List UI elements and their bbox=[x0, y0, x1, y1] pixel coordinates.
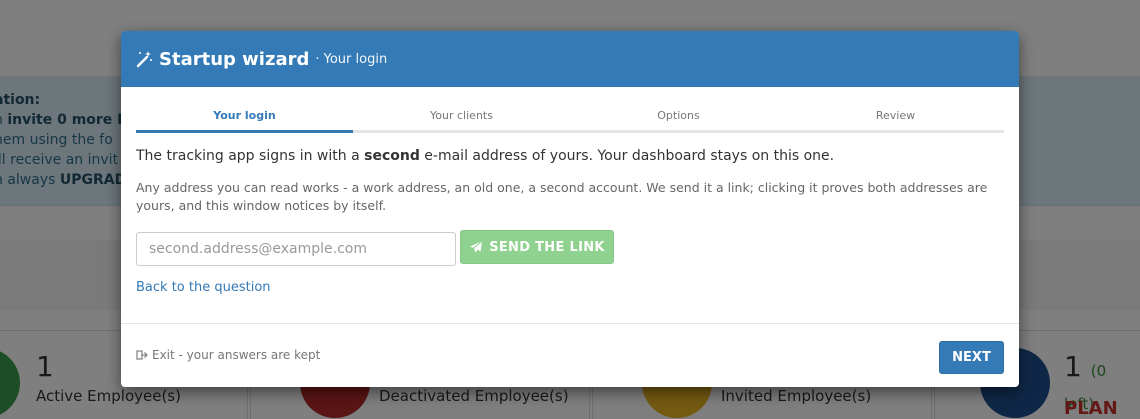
send-link-button[interactable]: SEND THE LINK bbox=[460, 230, 614, 264]
exit-label: Exit - your answers are kept bbox=[152, 348, 321, 362]
modal-title: Startup wizard bbox=[159, 48, 310, 70]
step-options[interactable]: Options bbox=[570, 107, 787, 130]
exit-link[interactable]: Exit - your answers are kept bbox=[136, 348, 320, 362]
modal-subtitle: · Your login bbox=[315, 51, 388, 67]
step-your-login[interactable]: Your login bbox=[136, 107, 353, 133]
wizard-steps: Your login Your clients Options Review bbox=[136, 107, 1004, 133]
startup-wizard-modal: Startup wizard · Your login Your login Y… bbox=[121, 31, 1019, 387]
back-to-question-link[interactable]: Back to the question bbox=[136, 280, 271, 295]
next-button[interactable]: NEXT bbox=[939, 341, 1004, 374]
help-text: Any address you can read works - a work … bbox=[136, 180, 988, 213]
modal-footer: Exit - your answers are kept NEXT bbox=[121, 323, 1019, 387]
second-email-input[interactable] bbox=[136, 232, 456, 266]
step-your-clients[interactable]: Your clients bbox=[353, 107, 570, 130]
paper-plane-icon bbox=[470, 240, 483, 253]
modal-header: Startup wizard · Your login bbox=[121, 31, 1019, 87]
lead-text: The tracking app signs in with a second … bbox=[136, 148, 835, 164]
magic-wand-icon bbox=[136, 51, 152, 68]
send-link-label: SEND THE LINK bbox=[489, 239, 605, 255]
step-review[interactable]: Review bbox=[787, 107, 1004, 130]
sign-out-icon bbox=[136, 350, 148, 360]
